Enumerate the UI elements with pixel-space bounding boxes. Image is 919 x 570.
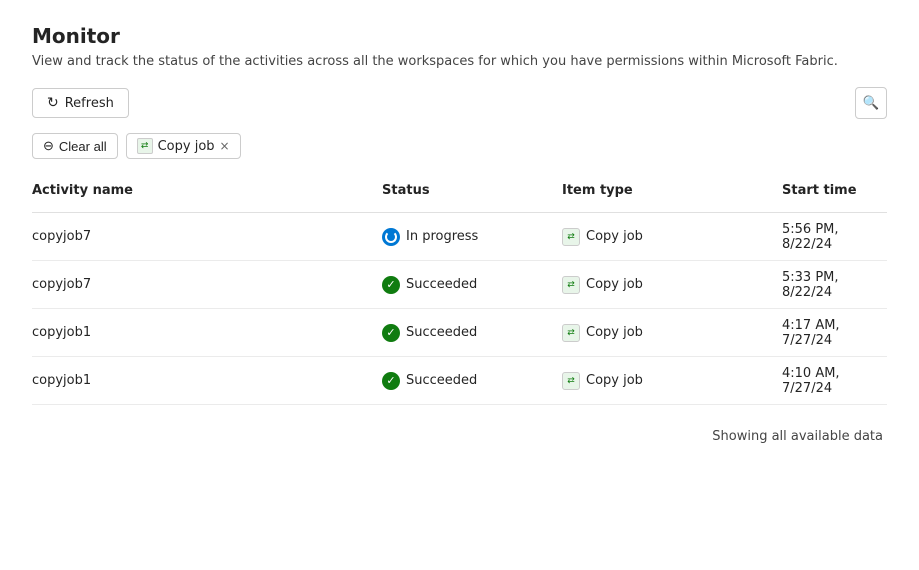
clear-icon: ⊖: [43, 138, 54, 154]
copy-job-filter-chip[interactable]: ⇄ Copy job ×: [126, 133, 241, 159]
table-body: copyjob7 In progress ⇄ Copy job 5:56 PM, 8/2…: [32, 213, 887, 405]
item-type-text: Copy job: [586, 325, 643, 340]
table-header: Activity name Status Item type Start tim…: [32, 177, 887, 213]
search-icon: 🔍: [863, 95, 880, 111]
refresh-label: Refresh: [65, 96, 114, 111]
status-cell: ✓ Succeeded: [382, 276, 562, 294]
filter-bar: ⊖ Clear all ⇄ Copy job ×: [32, 133, 887, 159]
status-text: In progress: [406, 229, 478, 244]
activity-name-cell: copyjob7: [32, 229, 382, 244]
status-badge: ✓ Succeeded: [382, 372, 477, 390]
status-cell: In progress: [382, 228, 562, 246]
start-time-cell: 5:33 PM, 8/22/24: [782, 270, 887, 300]
header-status: Status: [382, 177, 562, 204]
copy-job-icon: ⇄: [562, 372, 580, 390]
item-type-cell: ⇄ Copy job: [562, 372, 782, 390]
item-type-text: Copy job: [586, 229, 643, 244]
table-row[interactable]: copyjob1✓ Succeeded ⇄ Copy job 4:10 AM, 7/27…: [32, 357, 887, 405]
item-type-cell: ⇄ Copy job: [562, 324, 782, 342]
table-row[interactable]: copyjob7 In progress ⇄ Copy job 5:56 PM, 8/2…: [32, 213, 887, 261]
activity-name-cell: copyjob7: [32, 277, 382, 292]
clear-all-label: Clear all: [59, 139, 107, 154]
item-type-text: Copy job: [586, 373, 643, 388]
footer-message: Showing all available data: [32, 429, 887, 444]
monitor-page: Monitor View and track the status of the…: [0, 0, 919, 570]
status-cell: ✓ Succeeded: [382, 372, 562, 390]
header-activity-name: Activity name: [32, 177, 382, 204]
status-text: Succeeded: [406, 277, 477, 292]
status-text: Succeeded: [406, 373, 477, 388]
start-time-cell: 4:10 AM, 7/27/24: [782, 366, 887, 396]
succeeded-icon: ✓: [382, 324, 400, 342]
clear-all-button[interactable]: ⊖ Clear all: [32, 133, 118, 159]
header-item-type: Item type: [562, 177, 782, 204]
status-badge: In progress: [382, 228, 478, 246]
refresh-button[interactable]: ↻ Refresh: [32, 88, 129, 118]
succeeded-icon: ✓: [382, 276, 400, 294]
item-type-cell: ⇄ Copy job: [562, 276, 782, 294]
activity-table: Activity name Status Item type Start tim…: [32, 177, 887, 405]
copy-job-icon: ⇄: [562, 276, 580, 294]
page-subtitle: View and track the status of the activit…: [32, 54, 887, 69]
start-time-cell: 5:56 PM, 8/22/24: [782, 222, 887, 252]
activity-name-cell: copyjob1: [32, 325, 382, 340]
search-button[interactable]: 🔍: [855, 87, 887, 119]
close-icon[interactable]: ×: [220, 139, 230, 153]
page-title: Monitor: [32, 24, 887, 48]
item-type-cell: ⇄ Copy job: [562, 228, 782, 246]
item-type-text: Copy job: [586, 277, 643, 292]
copy-job-icon: ⇄: [562, 228, 580, 246]
activity-name-cell: copyjob1: [32, 373, 382, 388]
table-row[interactable]: copyjob7✓ Succeeded ⇄ Copy job 5:33 PM, 8/22…: [32, 261, 887, 309]
status-badge: ✓ Succeeded: [382, 324, 477, 342]
refresh-icon: ↻: [47, 95, 59, 111]
copy-job-filter-icon: ⇄: [137, 138, 153, 154]
start-time-cell: 4:17 AM, 7/27/24: [782, 318, 887, 348]
status-text: Succeeded: [406, 325, 477, 340]
header-start-time: Start time: [782, 177, 887, 204]
status-badge: ✓ Succeeded: [382, 276, 477, 294]
status-cell: ✓ Succeeded: [382, 324, 562, 342]
succeeded-icon: ✓: [382, 372, 400, 390]
table-row[interactable]: copyjob1✓ Succeeded ⇄ Copy job 4:17 AM, 7/27…: [32, 309, 887, 357]
copy-job-filter-label: Copy job: [158, 139, 215, 154]
in-progress-icon: [382, 228, 400, 246]
toolbar: ↻ Refresh 🔍: [32, 87, 887, 119]
copy-job-icon: ⇄: [562, 324, 580, 342]
